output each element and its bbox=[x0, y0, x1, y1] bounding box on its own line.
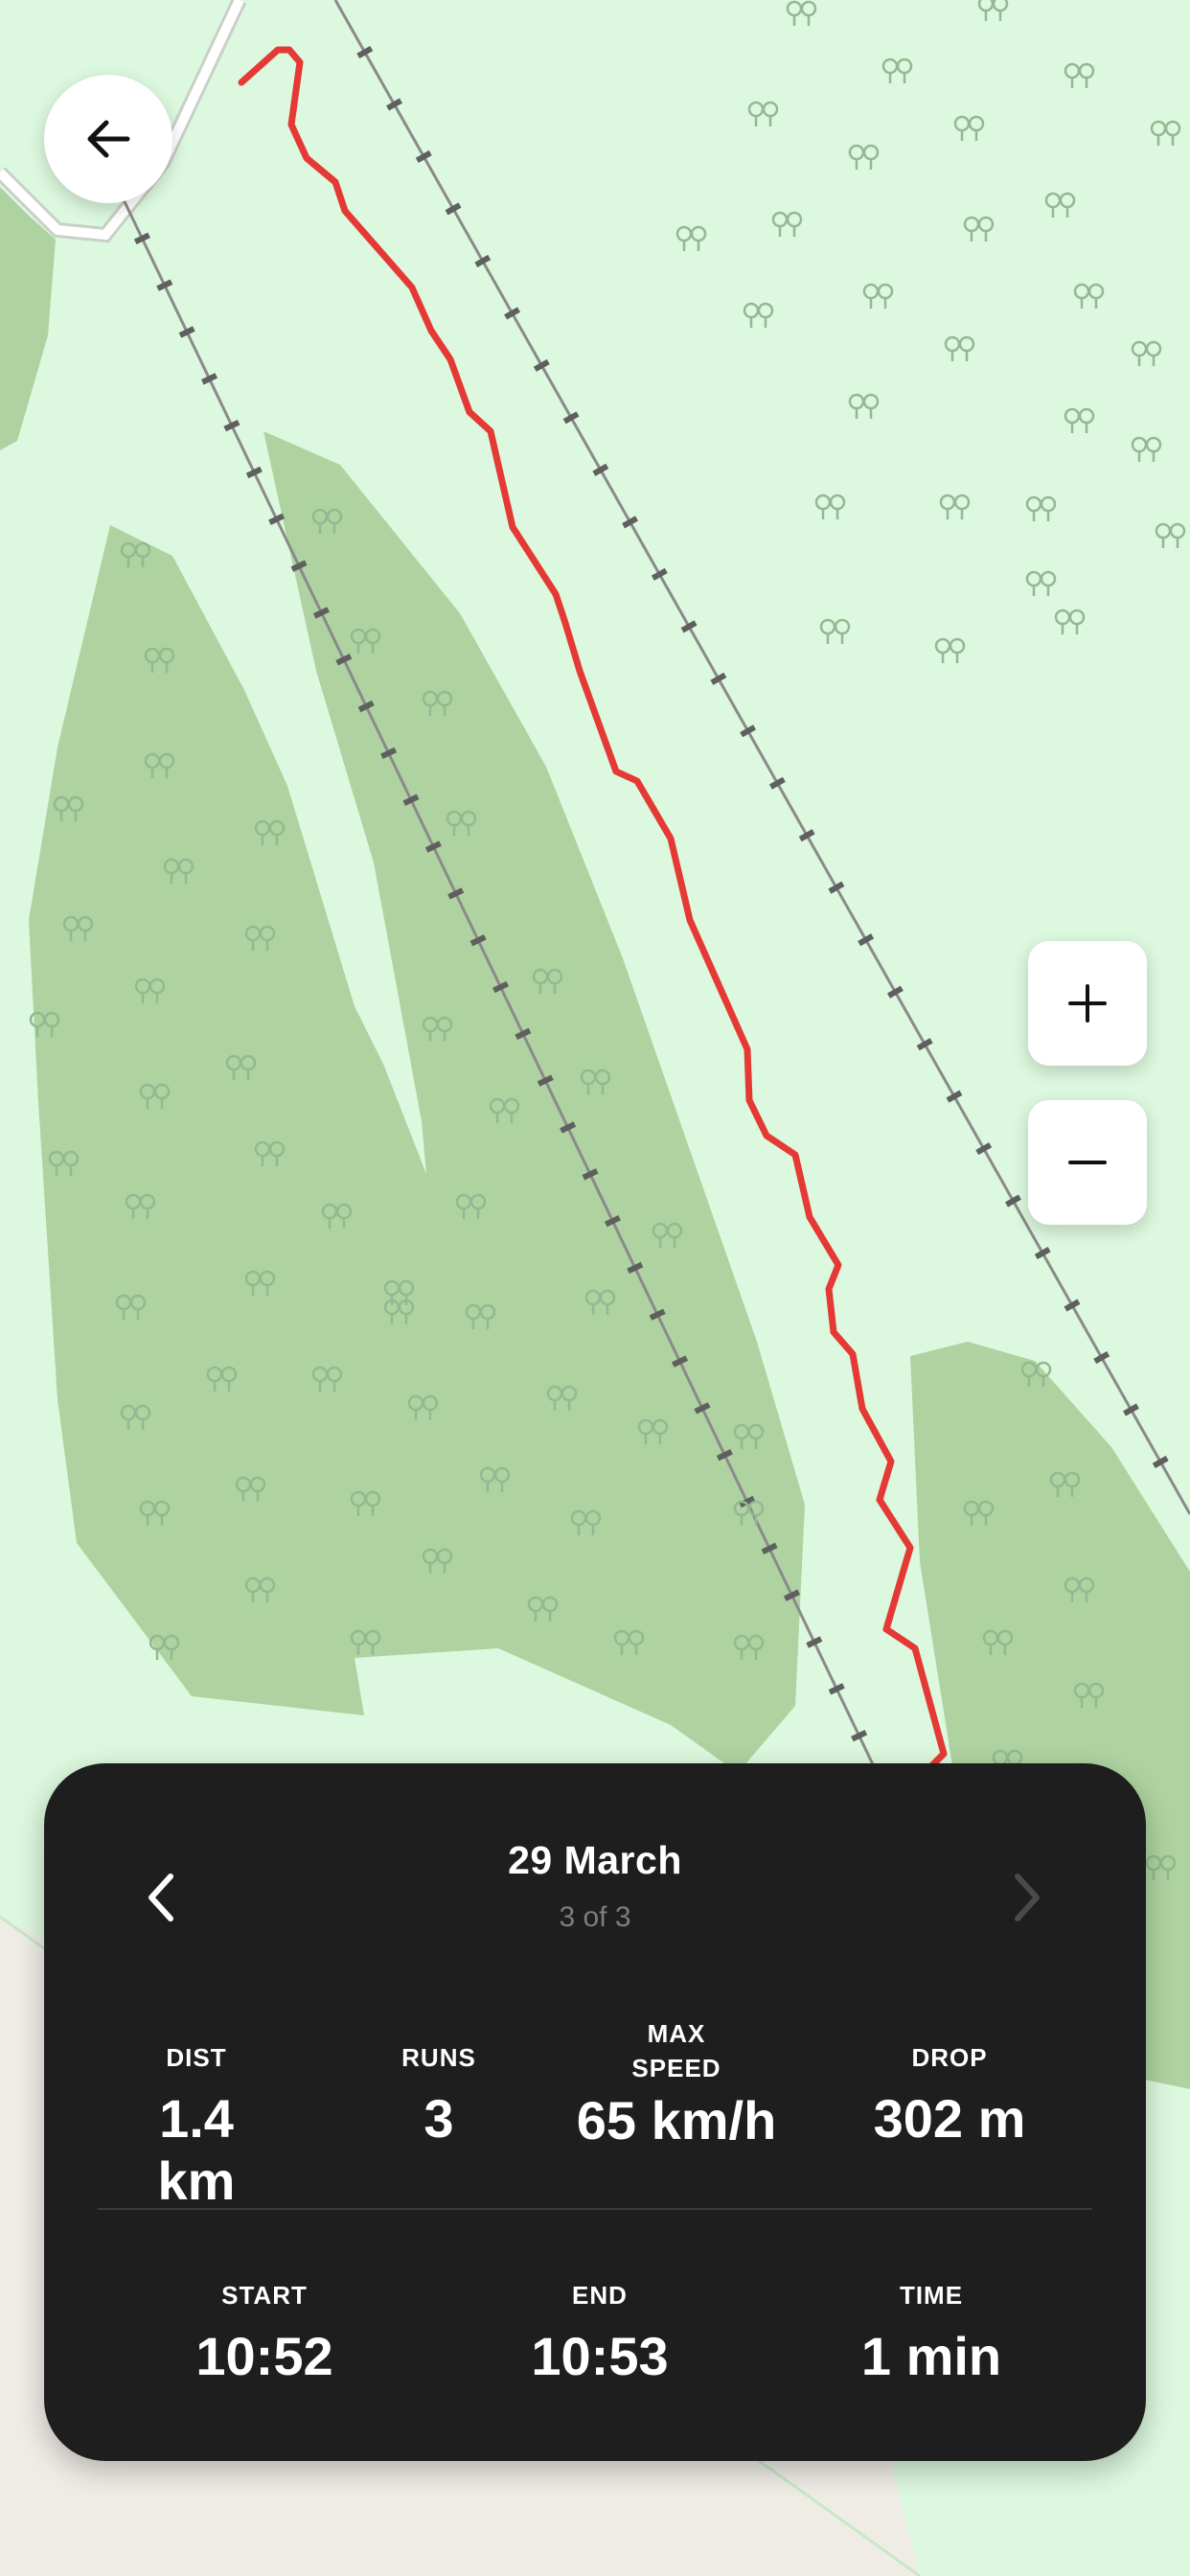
stat-label: START bbox=[221, 2281, 308, 2310]
stat-drop: DROP 302 m bbox=[854, 2041, 1045, 2150]
minus-icon bbox=[1068, 1161, 1107, 1164]
stat-start: START 10:52 bbox=[169, 2279, 360, 2387]
stat-value: 65 km/h bbox=[576, 2090, 777, 2150]
stat-label: DROP bbox=[911, 2043, 988, 2072]
plus-icon bbox=[1068, 984, 1107, 1023]
session-position: 3 of 3 bbox=[559, 1901, 631, 1933]
zoom-out-button[interactable] bbox=[1028, 1100, 1147, 1225]
stat-end: END 10:53 bbox=[504, 2279, 696, 2387]
stat-label: DIST bbox=[166, 2043, 227, 2072]
stat-time: TIME 1 min bbox=[835, 2279, 1027, 2387]
arrow-left-icon bbox=[87, 120, 130, 158]
stat-label: MAX SPEED bbox=[631, 2019, 721, 2082]
stat-value: 1 min bbox=[860, 2326, 1002, 2386]
stat-value: 10:53 bbox=[531, 2326, 669, 2386]
session-date: 29 March bbox=[508, 1838, 682, 1882]
stat-distance: DIST 1.4 km bbox=[125, 2041, 268, 2212]
stat-label: END bbox=[572, 2281, 628, 2310]
next-session-button[interactable] bbox=[989, 1859, 1065, 1936]
stat-label: TIME bbox=[899, 2281, 964, 2310]
stat-max-speed: MAX SPEED 65 km/h bbox=[561, 2016, 791, 2151]
back-button[interactable] bbox=[44, 75, 172, 203]
stat-runs: RUNS 3 bbox=[391, 2041, 487, 2150]
chevron-right-icon bbox=[1015, 1874, 1040, 1921]
stats-divider bbox=[98, 2208, 1092, 2210]
stat-value: 10:52 bbox=[195, 2326, 333, 2386]
zoom-in-button[interactable] bbox=[1028, 941, 1147, 1066]
stat-value: 1.4 km bbox=[157, 2088, 236, 2211]
stat-value: 3 bbox=[423, 2088, 454, 2149]
session-summary-panel: 29 March 3 of 3 DIST 1.4 km RUNS 3 MAX S… bbox=[44, 1763, 1146, 2461]
stat-value: 302 m bbox=[873, 2088, 1026, 2149]
stat-label: RUNS bbox=[401, 2043, 476, 2072]
